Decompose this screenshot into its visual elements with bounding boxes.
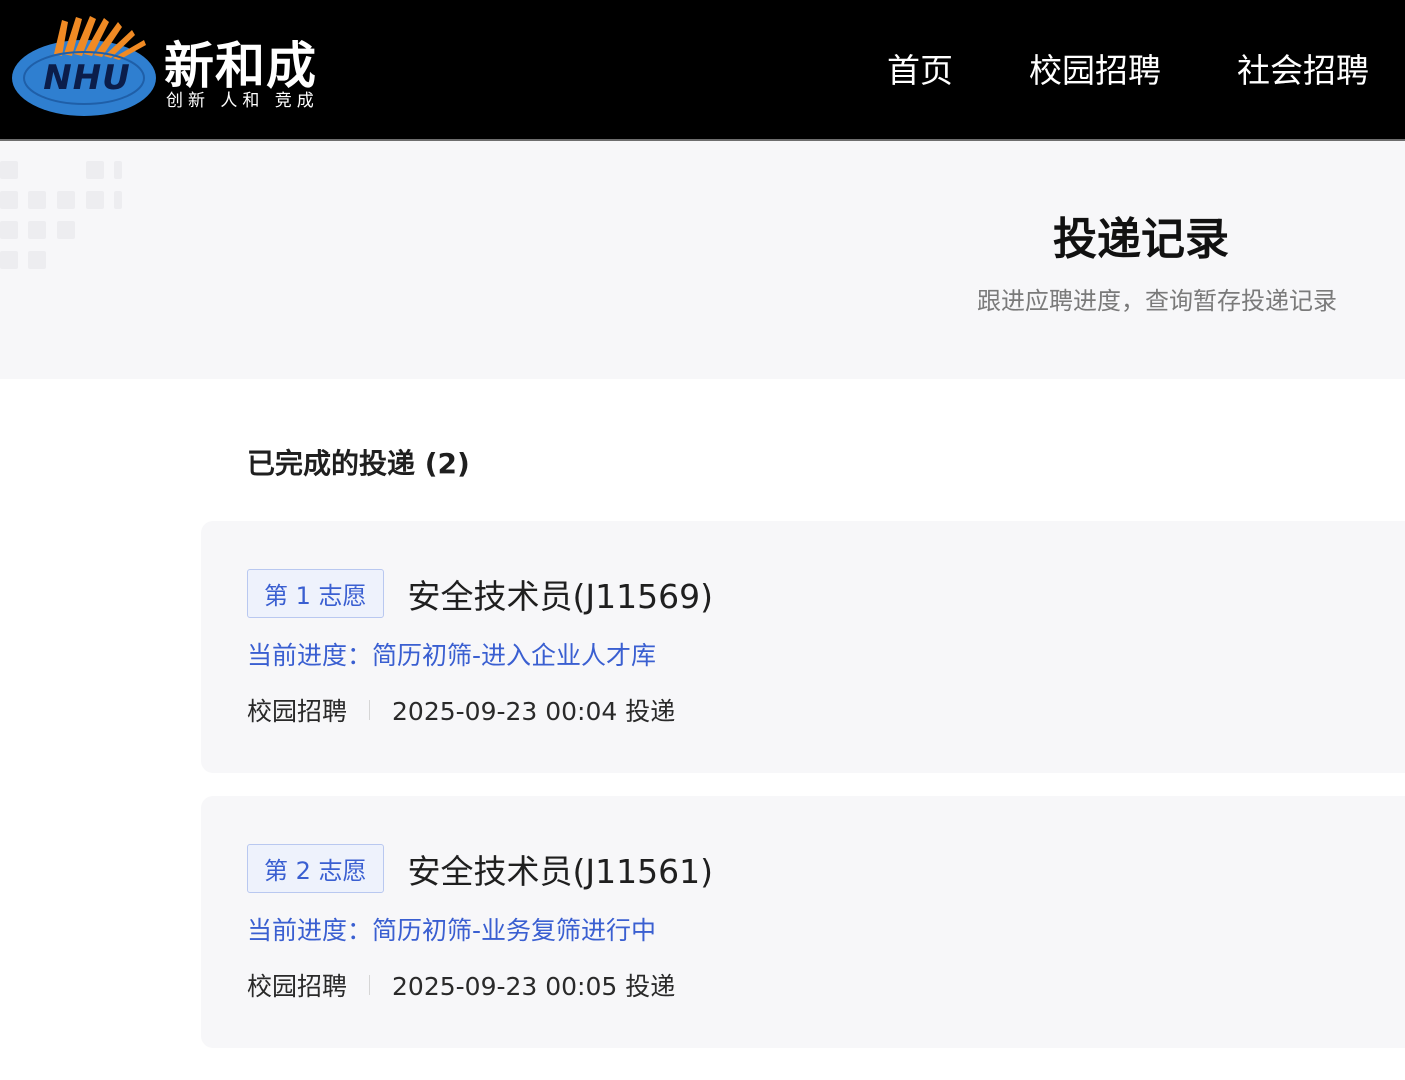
page-banner: 投递记录 跟进应聘进度，查询暂存投递记录: [0, 141, 1405, 379]
deco-square: [0, 251, 18, 269]
page-subtitle: 跟进应聘进度，查询暂存投递记录: [977, 287, 1337, 315]
brand-slogan: 创新 人和 竞成: [166, 91, 319, 111]
deco-square: [0, 161, 18, 179]
deco-square: [86, 191, 104, 209]
application-progress: 当前进度：简历初筛-业务复筛进行中: [247, 916, 657, 945]
brand-logo[interactable]: NHU 新和成 创新 人和 竞成: [10, 14, 370, 124]
deco-square: [28, 221, 46, 239]
deco-square: [57, 191, 75, 209]
job-title-link[interactable]: 安全技术员(J11561): [408, 845, 713, 893]
nav-campus-recruitment[interactable]: 校园招聘: [1029, 44, 1161, 92]
top-header: NHU 新和成 创新 人和 竞成 首页 校园招聘 社会招聘: [0, 0, 1405, 141]
nav-social-recruitment[interactable]: 社会招聘: [1237, 44, 1369, 92]
application-meta: 校园招聘 2025-09-23 00:04 投递: [247, 692, 675, 728]
meta-divider: [369, 700, 371, 720]
deco-square: [0, 191, 18, 209]
completed-applications-heading: 已完成的投递 (2): [247, 447, 470, 480]
application-card[interactable]: 第 1 志愿 安全技术员(J11569) 当前进度：简历初筛-进入企业人才库 校…: [201, 521, 1405, 773]
application-header: 第 1 志愿 安全技术员(J11569): [247, 569, 713, 618]
application-header: 第 2 志愿 安全技术员(J11561): [247, 844, 713, 893]
deco-square: [114, 191, 122, 209]
preference-badge: 第 1 志愿: [247, 569, 384, 618]
application-meta: 校园招聘 2025-09-23 00:05 投递: [247, 967, 675, 1003]
submission-time: 2025-09-23 00:05 投递: [392, 972, 676, 1001]
preference-badge: 第 2 志愿: [247, 844, 384, 893]
nav-home[interactable]: 首页: [887, 44, 953, 92]
meta-divider: [369, 975, 371, 995]
banner-decoration: [0, 161, 140, 281]
deco-square: [28, 191, 46, 209]
deco-square: [86, 161, 104, 179]
recruitment-channel: 校园招聘: [247, 697, 348, 726]
recruitment-channel: 校园招聘: [247, 972, 348, 1001]
deco-square: [114, 161, 122, 179]
application-card[interactable]: 第 2 志愿 安全技术员(J11561) 当前进度：简历初筛-业务复筛进行中 校…: [201, 796, 1405, 1048]
submission-time: 2025-09-23 00:04 投递: [392, 697, 676, 726]
deco-square: [0, 221, 18, 239]
page-title: 投递记录: [1053, 214, 1229, 265]
deco-square: [57, 221, 75, 239]
logo-mark-text: NHU: [43, 58, 131, 98]
application-progress: 当前进度：简历初筛-进入企业人才库: [247, 641, 657, 670]
job-title-link[interactable]: 安全技术员(J11569): [408, 570, 713, 618]
deco-square: [28, 251, 46, 269]
main-nav: 首页 校园招聘 社会招聘: [887, 44, 1369, 92]
